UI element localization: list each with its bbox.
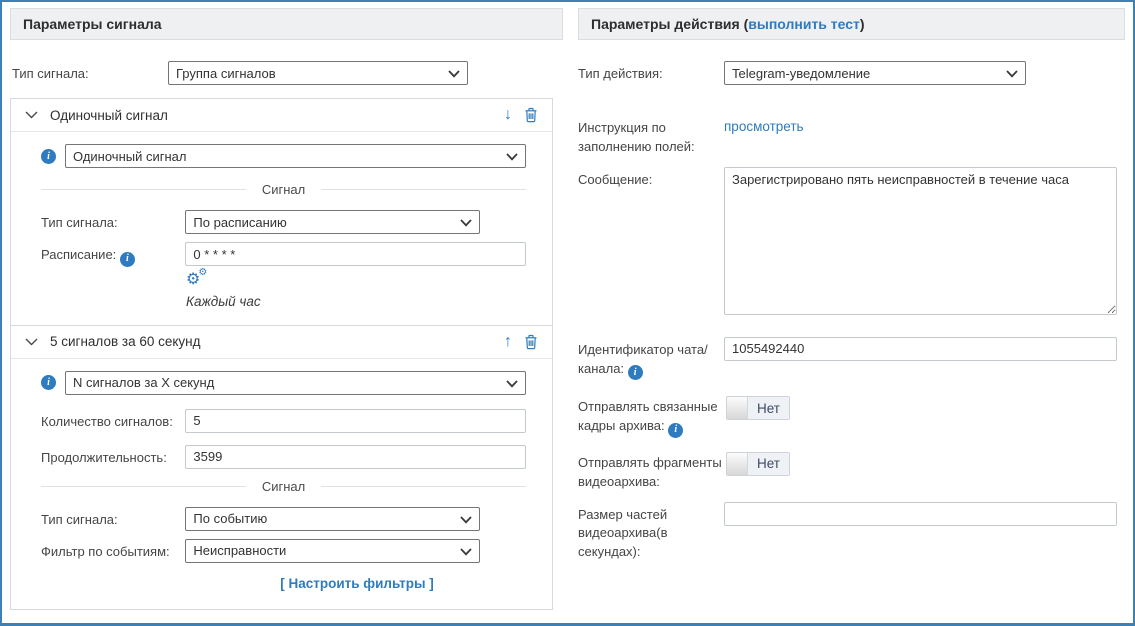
cron-row: Расписание: i <box>41 242 526 267</box>
send-frames-toggle[interactable]: Нет <box>726 396 790 420</box>
move-down-icon[interactable]: ↓ <box>504 107 512 123</box>
schedule-type-row: Тип сигнала: По расписанию <box>41 210 526 234</box>
delete-card-icon[interactable] <box>524 107 538 123</box>
action-panel-title-prefix: Параметры действия ( <box>591 16 748 32</box>
move-up-icon[interactable]: ↑ <box>504 334 512 350</box>
signal-divider: Сигнал <box>41 479 526 494</box>
duration-row: Продолжительность: <box>41 445 526 469</box>
action-type-row: Тип действия: Telegram-уведомление <box>578 61 1125 85</box>
event-filter-select[interactable]: Неисправности <box>185 539 480 563</box>
signal-parameters-panel: Параметры сигнала Тип сигнала: Группа си… <box>10 8 563 610</box>
event-filter-select-wrap: Неисправности <box>185 539 480 563</box>
signal-divider: Сигнал <box>41 182 526 197</box>
divider-label: Сигнал <box>246 182 321 197</box>
action-parameters-panel: Параметры действия (выполнить тест) Тип … <box>578 8 1125 562</box>
duration-input[interactable] <box>185 445 526 469</box>
instruction-label: Инструкция по заполнению полей: <box>578 115 724 157</box>
message-textarea[interactable]: Зарегистрировано пять неисправностей в т… <box>724 167 1117 315</box>
schedule-type-select[interactable]: По расписанию <box>185 210 480 234</box>
group-signal-card: 5 сигналов за 60 секунд ↑ i N сигналов з… <box>10 325 553 610</box>
signal-type-select[interactable]: Группа сигналов <box>168 61 468 85</box>
send-fragments-row: Отправлять фрагменты видеоархива: Нет <box>578 450 1125 492</box>
toggle-state-label: Нет <box>748 397 789 419</box>
cron-input[interactable] <box>185 242 526 266</box>
chat-id-row: Идентификатор чата/канала: i <box>578 337 1125 381</box>
signal-kind-select[interactable]: Одиночный сигнал <box>65 144 526 168</box>
group-signal-card-body: i N сигналов за X секунд Количество сигн… <box>11 359 552 609</box>
send-frames-row: Отправлять связанные кадры архива: i Нет <box>578 394 1125 438</box>
info-icon[interactable]: i <box>41 149 56 164</box>
event-type-select-wrap: По событию <box>185 507 480 531</box>
info-icon[interactable]: i <box>120 252 135 267</box>
action-type-select-wrap: Telegram-уведомление <box>724 61 1026 85</box>
chunk-size-input[interactable] <box>724 502 1117 526</box>
single-signal-card-header[interactable]: Одиночный сигнал ↓ <box>11 99 552 132</box>
view-instruction-link[interactable]: просмотреть <box>724 119 804 134</box>
signal-type-label: Тип сигнала: <box>10 61 168 85</box>
info-icon[interactable]: i <box>628 365 643 380</box>
toggle-state-label: Нет <box>748 453 789 475</box>
single-signal-card-title: Одиночный сигнал <box>50 108 168 123</box>
group-signal-card-title: 5 сигналов за 60 секунд <box>50 334 201 349</box>
group-signal-card-header[interactable]: 5 сигналов за 60 секунд ↑ <box>11 326 552 359</box>
event-filter-row: Фильтр по событиям: Неисправности <box>41 539 526 563</box>
signal-type-label: Тип сигнала: <box>41 210 185 234</box>
action-panel-title-suffix: ) <box>860 16 865 32</box>
signal-panel-header: Параметры сигнала <box>10 8 563 40</box>
chat-id-label: Идентификатор чата/канала: i <box>578 337 724 381</box>
signal-type-label: Тип сигнала: <box>41 507 185 531</box>
divider-line <box>321 189 526 190</box>
collapse-chevron-icon[interactable] <box>25 111 38 119</box>
toggle-knob <box>727 453 748 475</box>
signal-count-input[interactable] <box>185 409 526 433</box>
signal-type-select-wrap: Группа сигналов <box>168 61 468 85</box>
delete-card-icon[interactable] <box>524 334 538 350</box>
signal-kind-select-wrap: Одиночный сигнал <box>65 144 526 168</box>
info-icon[interactable]: i <box>41 375 56 390</box>
chat-id-input[interactable] <box>724 337 1117 361</box>
chunk-size-row: Размер частей видеоархива(в секундах): <box>578 502 1125 563</box>
configure-filters-link[interactable]: [ Настроить фильтры ] <box>280 576 434 591</box>
send-fragments-toggle[interactable]: Нет <box>726 452 790 476</box>
divider-line <box>41 486 246 487</box>
message-label: Сообщение: <box>578 167 724 318</box>
signal-group-type-row: Тип сигнала: Группа сигналов <box>10 61 563 85</box>
message-row: Сообщение: Зарегистрировано пять неиспра… <box>578 167 1125 318</box>
signal-count-row: Количество сигналов: <box>41 409 526 433</box>
run-test-link[interactable]: выполнить тест <box>748 16 860 32</box>
chunk-size-label: Размер частей видеоархива(в секундах): <box>578 502 724 563</box>
toggle-knob <box>727 397 748 419</box>
event-type-select[interactable]: По событию <box>185 507 480 531</box>
schedule-type-select-wrap: По расписанию <box>185 210 480 234</box>
settings-window: Параметры сигнала Тип сигнала: Группа си… <box>0 0 1135 626</box>
instruction-row: Инструкция по заполнению полей: просмотр… <box>578 115 1125 157</box>
action-panel-header: Параметры действия (выполнить тест) <box>578 8 1125 40</box>
group-kind-select-wrap: N сигналов за X секунд <box>65 371 526 395</box>
schedule-hint: Каждый час <box>186 294 526 309</box>
schedule-label: Расписание: i <box>41 242 185 267</box>
signal-count-label: Количество сигналов: <box>41 409 185 433</box>
collapse-chevron-icon[interactable] <box>25 338 38 346</box>
send-frames-label: Отправлять связанные кадры архива: i <box>578 394 724 438</box>
send-fragments-label: Отправлять фрагменты видеоархива: <box>578 450 724 492</box>
signal-panel-title: Параметры сигнала <box>23 16 162 32</box>
duration-label: Продолжительность: <box>41 445 185 469</box>
divider-line <box>321 486 526 487</box>
single-signal-card: Одиночный сигнал ↓ i Одиночный сигнал <box>10 98 553 326</box>
group-kind-select[interactable]: N сигналов за X секунд <box>65 371 526 395</box>
info-icon[interactable]: i <box>668 423 683 438</box>
action-type-select[interactable]: Telegram-уведомление <box>724 61 1026 85</box>
cron-builder-icon[interactable]: ⚙⚙ <box>186 272 200 288</box>
divider-label: Сигнал <box>246 479 321 494</box>
action-type-label: Тип действия: <box>578 61 724 85</box>
event-type-row: Тип сигнала: По событию <box>41 507 526 531</box>
divider-line <box>41 189 246 190</box>
event-filter-label: Фильтр по событиям: <box>41 539 185 563</box>
single-signal-card-body: i Одиночный сигнал Сигнал Тип сигнала: <box>11 132 552 325</box>
